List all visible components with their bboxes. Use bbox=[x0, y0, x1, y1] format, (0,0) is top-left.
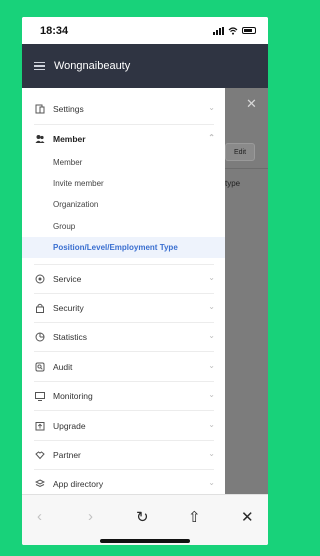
menu-item-label: App directory bbox=[53, 478, 104, 489]
submenu-item-invite-member[interactable]: Invite member bbox=[22, 173, 225, 194]
phone-screen: 18:34 Wongnaibeauty ✕ Edit type Settings… bbox=[22, 17, 268, 545]
chevron-down-icon: ⌄ bbox=[208, 449, 215, 458]
wifi-icon bbox=[228, 26, 238, 35]
chevron-down-icon: ⌄ bbox=[208, 420, 215, 429]
submenu-item-organization[interactable]: Organization bbox=[22, 194, 225, 215]
upgrade-icon bbox=[35, 421, 45, 431]
menu-item-partner[interactable]: Partner ⌄ bbox=[22, 440, 225, 469]
submenu-item-member[interactable]: Member bbox=[22, 152, 225, 173]
chevron-down-icon: ⌄ bbox=[208, 103, 215, 112]
menu-item-audit[interactable]: Audit ⌄ bbox=[22, 352, 225, 381]
forward-icon[interactable]: › bbox=[88, 508, 93, 525]
menu-item-label: Security bbox=[53, 302, 84, 313]
menu-item-label: Statistics bbox=[53, 331, 88, 342]
divider bbox=[225, 168, 268, 169]
service-icon bbox=[35, 274, 45, 284]
menu-item-label: Monitoring bbox=[53, 390, 93, 401]
menu-item-member[interactable]: Member ⌃ bbox=[22, 124, 225, 153]
page-overlay[interactable]: ✕ Edit type bbox=[225, 88, 268, 494]
audit-icon bbox=[35, 362, 45, 372]
menu-item-label: Service bbox=[53, 273, 82, 284]
home-indicator bbox=[100, 539, 190, 543]
menu-item-settings[interactable]: Settings ⌄ bbox=[22, 94, 225, 123]
app-directory-icon bbox=[35, 478, 45, 489]
browser-toolbar: ‹ › ↻ ⇧ ✕ bbox=[22, 494, 268, 545]
navigation-drawer: Settings ⌄ Member ⌃ Member Invite member… bbox=[22, 88, 225, 494]
menu-item-label: Partner bbox=[53, 449, 81, 460]
back-icon[interactable]: ‹ bbox=[37, 508, 42, 525]
share-icon[interactable]: ⇧ bbox=[188, 508, 201, 526]
menu-item-label: Settings bbox=[53, 103, 84, 114]
menu-item-label: Upgrade bbox=[53, 420, 86, 431]
chevron-down-icon: ⌄ bbox=[208, 302, 215, 311]
signal-icon bbox=[213, 26, 224, 35]
chevron-down-icon: ⌄ bbox=[208, 390, 215, 399]
submenu-item-group[interactable]: Group bbox=[22, 216, 225, 237]
menu-item-service[interactable]: Service ⌄ bbox=[22, 264, 225, 293]
chevron-down-icon: ⌄ bbox=[208, 361, 215, 370]
menu-item-upgrade[interactable]: Upgrade ⌄ bbox=[22, 411, 225, 440]
workspace-title: Wongnaibeauty bbox=[54, 60, 131, 72]
reload-icon[interactable]: ↻ bbox=[136, 508, 149, 526]
hamburger-menu-icon[interactable] bbox=[34, 61, 45, 71]
menu-item-monitoring[interactable]: Monitoring ⌄ bbox=[22, 381, 225, 410]
close-icon[interactable]: ✕ bbox=[246, 96, 257, 112]
chevron-up-icon: ⌃ bbox=[208, 133, 215, 142]
statistics-icon bbox=[35, 332, 45, 342]
partner-icon bbox=[35, 450, 45, 460]
submenu-item-position-level-employment-type[interactable]: Position/Level/Employment Type bbox=[22, 237, 225, 258]
member-icon bbox=[35, 134, 45, 144]
app-header: Wongnaibeauty bbox=[22, 44, 268, 88]
chevron-down-icon: ⌄ bbox=[208, 331, 215, 340]
status-bar: 18:34 bbox=[22, 17, 268, 44]
settings-icon bbox=[35, 104, 45, 114]
close-icon[interactable]: ✕ bbox=[241, 508, 254, 526]
status-icons bbox=[213, 26, 256, 35]
chevron-down-icon: ⌄ bbox=[208, 273, 215, 282]
menu-item-statistics[interactable]: Statistics ⌄ bbox=[22, 322, 225, 351]
lock-icon bbox=[35, 303, 45, 313]
edit-button[interactable]: Edit bbox=[225, 143, 255, 161]
chevron-down-icon: ⌄ bbox=[208, 478, 215, 487]
status-time: 18:34 bbox=[40, 24, 69, 37]
edit-button-label: Edit bbox=[233, 148, 247, 156]
monitor-icon bbox=[35, 391, 45, 401]
menu-item-label: Member bbox=[53, 133, 86, 144]
menu-item-security[interactable]: Security ⌄ bbox=[22, 293, 225, 322]
battery-icon bbox=[242, 27, 256, 34]
type-column-label: type bbox=[225, 179, 241, 188]
menu-item-label: Audit bbox=[53, 361, 73, 372]
